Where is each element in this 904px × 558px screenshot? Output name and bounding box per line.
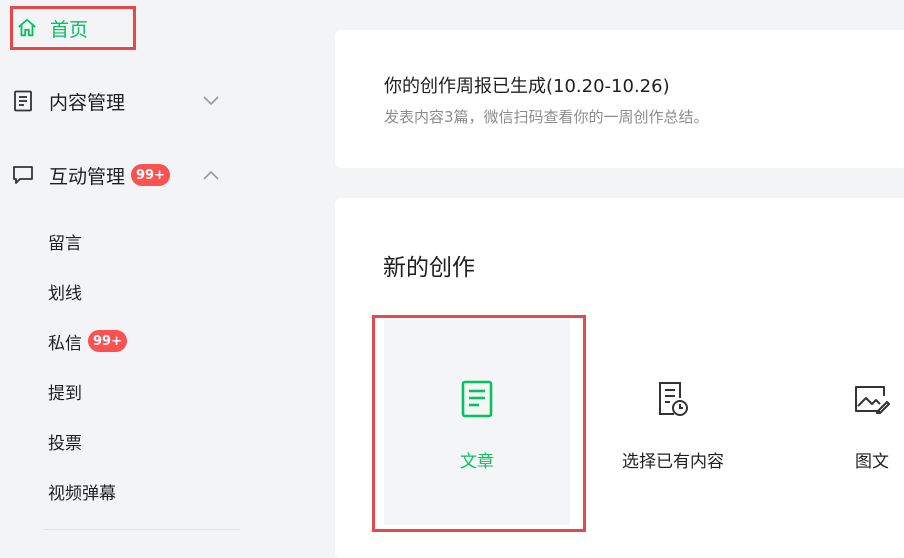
sub-item-votes[interactable]: 投票 [48,427,82,455]
nav-interaction-management[interactable]: 互动管理 99+ [12,160,170,190]
sub-item-messages[interactable]: 私信 99+ [48,327,127,355]
weekly-report-description: 发表内容3篇，微信扫码查看你的一周创作总结。 [384,108,709,126]
messages-badge: 99+ [88,330,127,352]
sub-item-label: 私信 [48,333,82,354]
chevron-down-icon[interactable] [200,90,222,112]
select-existing-content-label: 选择已有内容 [622,452,724,472]
nav-content-management[interactable]: 内容管理 [12,86,125,116]
sidebar-divider [44,529,240,530]
image-icon [854,379,890,419]
nav-interaction-label: 互动管理 [49,165,126,188]
document-icon [461,379,493,419]
create-article-label: 文章 [460,452,494,472]
sidebar: 首页 内容管理 互动管理 99+ 留言 划线 私信 99+ 提到 投票 视频弹幕 [0,0,300,554]
nav-home[interactable]: 首页 [10,6,136,50]
sub-item-video-danmaku[interactable]: 视频弹幕 [48,477,116,505]
create-image-text-option[interactable]: 图文 [830,319,904,525]
interaction-badge: 99+ [131,164,170,186]
weekly-report-card[interactable]: 你的创作周报已生成(10.20-10.26) 发表内容3篇，微信扫码查看你的一周… [335,30,904,168]
sub-item-highlights[interactable]: 划线 [48,277,82,305]
sub-item-label: 视频弹幕 [48,483,116,504]
create-article-option[interactable]: 文章 [384,319,570,525]
document-icon [12,90,34,112]
comment-icon [12,164,34,186]
sub-item-mentions[interactable]: 提到 [48,377,82,405]
create-image-text-label: 图文 [855,452,889,472]
new-creation-heading: 新的创作 [383,255,475,281]
nav-content-label: 内容管理 [49,91,126,114]
document-clock-icon [656,379,690,419]
nav-home-label: 首页 [50,18,89,41]
chevron-up-icon[interactable] [200,164,222,186]
sub-item-label: 划线 [48,283,82,304]
sub-item-label: 留言 [48,233,82,254]
weekly-report-title: 你的创作周报已生成(10.20-10.26) [384,76,670,97]
sub-item-label: 提到 [48,383,82,404]
sub-item-comments[interactable]: 留言 [48,227,82,255]
home-icon [18,18,36,37]
sub-item-label: 投票 [48,433,82,454]
select-existing-content-option[interactable]: 选择已有内容 [600,319,746,525]
